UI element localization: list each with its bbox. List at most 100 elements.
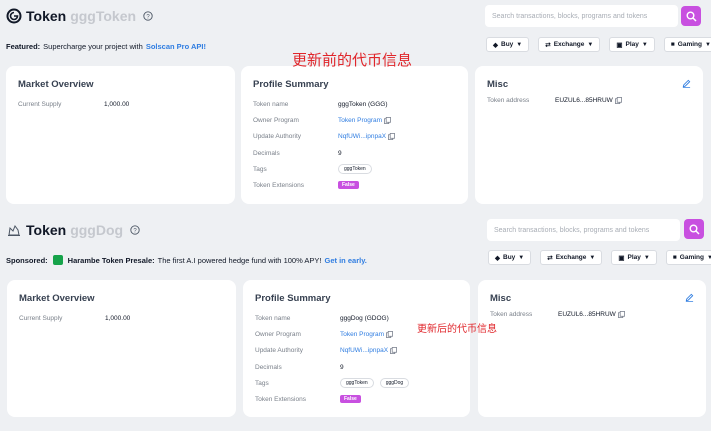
decimals-label: Decimals xyxy=(255,364,282,371)
copy-icon[interactable] xyxy=(614,97,622,104)
update-authority-link[interactable]: NqfUWi...ipnpaX xyxy=(338,133,395,140)
misc-card: Misc Token address EUZUL6...85HRUW xyxy=(475,66,703,204)
search-input[interactable]: Search transactions, blocks, programs an… xyxy=(487,219,680,241)
edit-icon[interactable] xyxy=(685,293,694,302)
decimals-value: 9 xyxy=(338,150,342,157)
page-header: Token gggToken ? Search transactions, bl… xyxy=(0,0,711,33)
play-button[interactable]: ▣ Play ▼ xyxy=(611,250,657,265)
featured-text: Supercharge your project with xyxy=(43,42,143,51)
owner-program-link[interactable]: Token Program xyxy=(340,331,393,338)
token-extensions-value: False xyxy=(340,395,361,403)
gaming-button[interactable]: ■ Gaming ▼ xyxy=(663,37,711,52)
buy-label: Buy xyxy=(503,254,516,261)
play-label: Play xyxy=(625,41,639,48)
copy-icon[interactable] xyxy=(390,347,397,354)
misc-card: Misc Token address EUZUL6...85HRUW xyxy=(478,280,706,417)
buy-button[interactable]: ◆ Buy ▼ xyxy=(486,37,530,52)
chevron-down-icon: ▼ xyxy=(589,254,596,261)
token-extensions-label: Token Extensions xyxy=(255,396,306,403)
page-header: Token gggDog ? Search transactions, bloc… xyxy=(0,214,711,247)
annotation-after: 更新后的代币信息 xyxy=(417,324,497,335)
current-supply-value: 1,000.00 xyxy=(105,315,131,322)
gaming-button[interactable]: ■ Gaming ▼ xyxy=(665,250,711,265)
exchange-icon: ⇄ xyxy=(545,41,551,49)
profile-summary-title: Profile Summary xyxy=(255,293,331,304)
play-icon: ▣ xyxy=(618,254,625,262)
false-badge: False xyxy=(338,181,359,189)
exchange-button[interactable]: ⇄ Exchange ▼ xyxy=(540,250,603,265)
token-logo-icon xyxy=(6,8,22,24)
copy-icon[interactable] xyxy=(388,133,395,140)
chevron-down-icon: ▼ xyxy=(641,41,648,48)
tag-chip[interactable]: gggToken xyxy=(338,164,372,174)
search-icon xyxy=(689,224,700,235)
sponsor-name: Harambe Token Presale: xyxy=(67,255,155,265)
update-authority-value: NqfUWi...ipnpaX xyxy=(338,133,387,140)
update-authority-link[interactable]: NqfUWi...ipnpaX xyxy=(340,347,397,354)
token-address-label: Token address xyxy=(490,311,533,318)
featured-link[interactable]: Solscan Pro API! xyxy=(146,42,206,51)
profile-summary-card: Profile Summary Token name gggDog (GDOG)… xyxy=(243,280,470,417)
owner-program-value: Token Program xyxy=(340,331,385,338)
market-overview-title: Market Overview xyxy=(19,293,95,304)
play-button[interactable]: ▣ Play ▼ xyxy=(609,37,655,52)
owner-program-link[interactable]: Token Program xyxy=(338,117,391,124)
tag-chip[interactable]: gggDog xyxy=(379,378,410,388)
page-title-label: Token xyxy=(26,8,67,24)
coin-icon: ◆ xyxy=(493,41,498,49)
market-overview-card: Market Overview Current Supply 1,000.00 xyxy=(7,280,236,417)
owner-program-label: Owner Program xyxy=(253,117,299,124)
sponsored-link[interactable]: Get in early. xyxy=(325,256,367,265)
decimals-value: 9 xyxy=(340,364,344,371)
tags-list: gggToken gggDog xyxy=(340,378,413,388)
token-name-label: Token name xyxy=(253,101,289,108)
token-page-after: Token gggDog ? Search transactions, bloc… xyxy=(0,214,711,431)
token-name-label: Token name xyxy=(255,315,291,322)
gamepad-icon: ■ xyxy=(672,254,677,261)
market-overview-card: Market Overview Current Supply 1,000.00 xyxy=(6,66,235,204)
update-authority-label: Update Authority xyxy=(255,347,304,354)
tag-chip[interactable]: gggToken xyxy=(340,378,374,388)
token-address-value-wrap: EUZUL6...85HRUW xyxy=(555,97,622,104)
current-supply-label: Current Supply xyxy=(18,101,62,108)
search-button[interactable] xyxy=(681,6,701,26)
copy-icon[interactable] xyxy=(384,117,391,124)
copy-icon[interactable] xyxy=(386,331,393,338)
buy-button[interactable]: ◆ Buy ▼ xyxy=(488,250,532,265)
token-extensions-label: Token Extensions xyxy=(253,182,304,189)
page-title: Token gggDog ? xyxy=(6,222,140,238)
exchange-button[interactable]: ⇄ Exchange ▼ xyxy=(538,37,601,52)
misc-title: Misc xyxy=(487,79,509,90)
token-name-value: gggToken (GGG) xyxy=(338,101,388,108)
chevron-down-icon: ▼ xyxy=(518,254,525,261)
decimals-label: Decimals xyxy=(253,150,280,157)
profile-summary-card: Profile Summary Token name gggToken (GGG… xyxy=(241,66,468,204)
edit-icon[interactable] xyxy=(682,79,691,88)
token-extensions-value: False xyxy=(338,181,359,189)
search-input[interactable]: Search transactions, blocks, programs an… xyxy=(485,5,678,27)
nav-buttons: ◆ Buy ▼ ⇄ Exchange ▼ ▣ Play ▼ ■ Gaming ▼ xyxy=(488,250,711,265)
play-label: Play xyxy=(627,254,641,261)
featured-banner: Featured: Supercharge your project with … xyxy=(6,42,206,51)
dog-token-logo-icon xyxy=(8,224,20,236)
token-address-value: EUZUL6...85HRUW xyxy=(555,97,613,104)
exchange-label: Exchange xyxy=(553,41,585,48)
chevron-down-icon: ▼ xyxy=(704,41,711,48)
token-address-value: EUZUL6...85HRUW xyxy=(558,311,616,318)
owner-program-label: Owner Program xyxy=(255,331,301,338)
exchange-label: Exchange xyxy=(555,254,587,261)
exchange-icon: ⇄ xyxy=(547,254,553,262)
tags-label: Tags xyxy=(253,166,267,173)
gaming-label: Gaming xyxy=(679,254,704,261)
search-button[interactable] xyxy=(684,219,704,239)
page-title-label: Token xyxy=(26,222,67,238)
owner-program-value: Token Program xyxy=(338,117,383,124)
coin-icon: ◆ xyxy=(495,254,500,262)
help-icon[interactable]: ? xyxy=(143,11,153,21)
token-name-value: gggDog (GDOG) xyxy=(340,315,389,322)
help-icon[interactable]: ? xyxy=(130,225,140,235)
market-overview-title: Market Overview xyxy=(18,79,94,90)
sponsored-text: The first A.I powered hedge fund with 10… xyxy=(157,255,322,265)
chevron-down-icon: ▼ xyxy=(706,254,711,261)
copy-icon[interactable] xyxy=(617,311,625,318)
